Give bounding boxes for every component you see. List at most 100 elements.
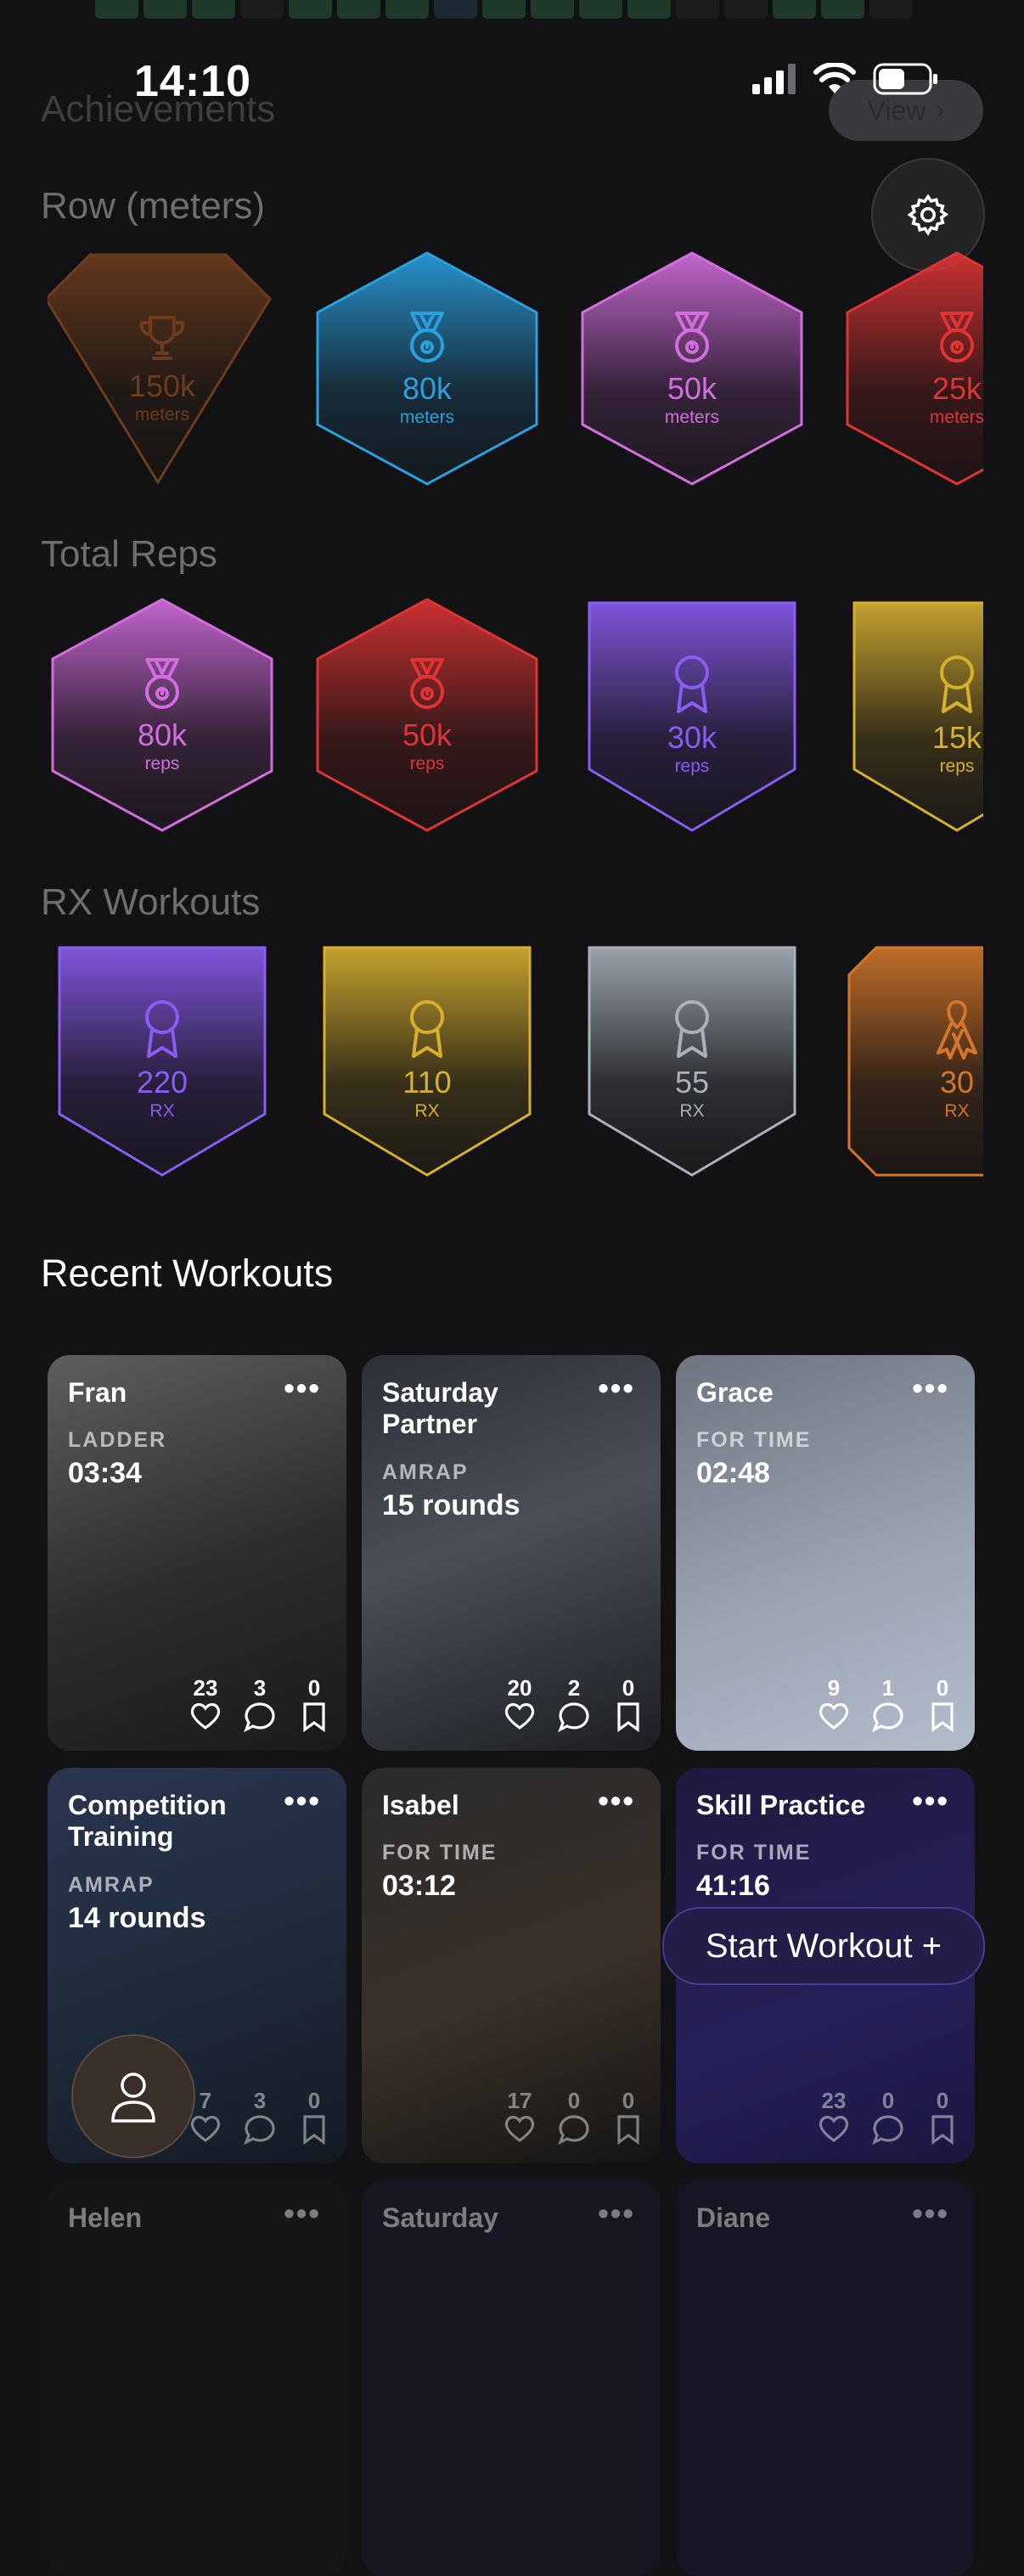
- rx-badges: 220 RX 110 RX 55 RX 30 RX: [0, 937, 983, 1192]
- workout-stats: 9 1 0: [812, 1674, 965, 1732]
- badge-unit: RX: [414, 1100, 440, 1121]
- chevron-right-icon: ›: [936, 96, 945, 124]
- profile-button[interactable]: [71, 2034, 195, 2158]
- comment-count: 1: [881, 1675, 895, 1701]
- more-options-icon[interactable]: •••: [912, 1783, 949, 1819]
- start-workout-button[interactable]: Start Workout +: [662, 1907, 985, 1985]
- workout-stats: 7 3 0: [183, 2087, 336, 2145]
- badge-unit: reps: [144, 753, 180, 773]
- workout-card[interactable]: ••• Isabel FOR TIME 03:12 17 0 0: [362, 1768, 661, 2163]
- workout-card[interactable]: ••• Fran LADDER 03:34 23 3 0: [48, 1355, 346, 1751]
- save-stat[interactable]: 0: [606, 2087, 650, 2145]
- more-options-icon[interactable]: •••: [912, 1370, 949, 1406]
- ribbon-icon: [665, 997, 719, 1066]
- achievement-badge[interactable]: 110 RX: [312, 941, 542, 1178]
- workout-title: Grace: [696, 1377, 774, 1408]
- save-stat[interactable]: 0: [606, 1674, 650, 1732]
- trophy-icon: [135, 311, 189, 369]
- workout-type: FOR TIME: [696, 1428, 812, 1452]
- comment-icon: [244, 2115, 275, 2145]
- badge-unit: meters: [134, 404, 190, 425]
- badge-unit: reps: [409, 753, 445, 773]
- badge-unit: RX: [944, 1100, 970, 1121]
- save-stat[interactable]: 0: [292, 1674, 336, 1732]
- workout-card[interactable]: ••• Saturday Partner AMRAP 15 rounds 20 2…: [362, 1355, 661, 1751]
- wifi-icon: [813, 63, 856, 93]
- like-count: 23: [193, 1675, 218, 1701]
- save-stat[interactable]: 0: [920, 2087, 965, 2145]
- badge-unit: meters: [929, 407, 983, 427]
- heart-icon: [819, 2116, 849, 2142]
- comment-stat[interactable]: 3: [238, 2087, 282, 2145]
- status-icons: [752, 63, 939, 95]
- badge-value: 15k: [931, 719, 982, 755]
- achievement-badge[interactable]: 30k reps: [577, 596, 807, 834]
- badge-unit: meters: [664, 407, 720, 427]
- more-options-icon[interactable]: •••: [598, 1783, 635, 1819]
- like-stat[interactable]: 20: [498, 1674, 542, 1732]
- workout-score: 02:48: [696, 1457, 770, 1489]
- achievement-badge[interactable]: 50k meters: [577, 250, 807, 487]
- like-stat[interactable]: 23: [812, 2087, 856, 2145]
- workout-card[interactable]: ••• Diane: [676, 2180, 975, 2576]
- workout-card[interactable]: ••• Saturday: [362, 2180, 661, 2576]
- heart-icon: [190, 1703, 221, 1730]
- section-title-row: Row (meters): [41, 185, 266, 227]
- comment-stat[interactable]: 2: [552, 1674, 596, 1732]
- workout-title: Isabel: [382, 1790, 459, 1820]
- more-options-icon[interactable]: •••: [598, 1370, 635, 1406]
- bookmark-icon: [617, 1702, 639, 1732]
- comment-stat[interactable]: 0: [552, 2087, 596, 2145]
- workout-card[interactable]: ••• Grace FOR TIME 02:48 9 1 0: [676, 1355, 975, 1751]
- achievement-badge[interactable]: 25k meters: [842, 250, 983, 487]
- workout-stats: 20 2 0: [498, 1674, 650, 1732]
- achievement-badge[interactable]: 80k reps: [48, 596, 277, 834]
- battery-icon: [873, 63, 937, 95]
- achievement-badge[interactable]: 80k meters: [312, 250, 542, 487]
- like-count: 23: [821, 2088, 847, 2113]
- workout-type: LADDER: [68, 1428, 167, 1452]
- like-stat[interactable]: 17: [498, 2087, 542, 2145]
- achievement-badge[interactable]: 15k reps: [842, 596, 983, 834]
- comment-stat[interactable]: 1: [866, 1674, 910, 1732]
- user-icon: [111, 2073, 155, 2123]
- save-stat[interactable]: 0: [292, 2087, 336, 2145]
- section-title-reps: Total Reps: [41, 533, 217, 575]
- workout-type: AMRAP: [68, 1873, 155, 1897]
- like-count: 9: [827, 1675, 841, 1701]
- bookmark-icon: [303, 1702, 325, 1732]
- more-options-icon[interactable]: •••: [284, 1370, 321, 1406]
- signal-icon: [752, 64, 796, 94]
- achievement-badge[interactable]: 220 RX: [48, 941, 277, 1178]
- badge-value: 50k: [402, 717, 453, 752]
- save-stat[interactable]: 0: [920, 1674, 965, 1732]
- workout-title: Diane: [696, 2202, 771, 2233]
- save-count: 0: [307, 1675, 321, 1701]
- workout-score: 41:16: [696, 1870, 770, 1902]
- badge-value: 30: [939, 1064, 975, 1100]
- ribbon-icon: [665, 652, 719, 721]
- achievement-badge[interactable]: 30 RX: [842, 941, 983, 1178]
- comment-stat[interactable]: 3: [238, 1674, 282, 1732]
- more-options-icon[interactable]: •••: [284, 1783, 321, 1819]
- heart-icon: [819, 1703, 849, 1730]
- medal-icon: [665, 308, 719, 372]
- like-stat[interactable]: 9: [812, 1674, 856, 1732]
- comment-icon: [872, 1702, 903, 1732]
- workout-title: Saturday Partner: [382, 1377, 498, 1439]
- save-count: 0: [307, 2088, 321, 2113]
- workout-type: FOR TIME: [382, 1841, 498, 1865]
- activity-heatmap-strip: [95, 0, 913, 19]
- workout-type: AMRAP: [382, 1460, 469, 1484]
- achievement-badge[interactable]: 150k meters: [48, 250, 277, 487]
- badge-value: 220: [136, 1064, 188, 1100]
- save-count: 0: [936, 1675, 949, 1701]
- badge-value: 50k: [667, 370, 717, 406]
- workout-card[interactable]: ••• Helen: [48, 2180, 346, 2576]
- achievement-badge[interactable]: 55 RX: [577, 941, 807, 1178]
- like-count: 20: [507, 1675, 532, 1701]
- recent-workouts-title: Recent Workouts: [41, 1251, 334, 1295]
- achievement-badge[interactable]: 50k reps: [312, 596, 542, 834]
- like-stat[interactable]: 23: [183, 1674, 228, 1732]
- comment-stat[interactable]: 0: [866, 2087, 910, 2145]
